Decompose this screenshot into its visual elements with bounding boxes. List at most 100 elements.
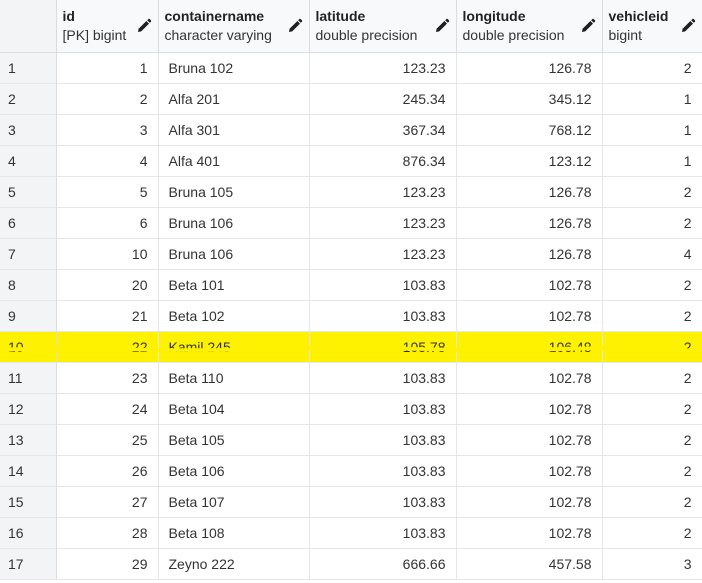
column-header-longitude[interactable]: longitude double precision <box>456 0 603 53</box>
cell-longitude[interactable]: 102.78 <box>456 269 603 301</box>
pencil-icon[interactable] <box>680 18 696 34</box>
cell-containername[interactable]: Beta 102 <box>158 300 310 332</box>
cell-id[interactable]: 27 <box>56 486 159 518</box>
row-number[interactable]: 2 <box>0 83 57 115</box>
column-header-containername[interactable]: containername character varying <box>158 0 310 53</box>
cell-vehicleid[interactable]: 4 <box>602 238 702 270</box>
row-number[interactable]: 11 <box>0 362 57 394</box>
cell-id[interactable]: 20 <box>56 269 159 301</box>
cell-id[interactable]: 1 <box>56 52 159 84</box>
cell-longitude[interactable]: 102.78 <box>456 517 603 549</box>
column-header-latitude[interactable]: latitude double precision <box>309 0 457 53</box>
cell-id[interactable]: 6 <box>56 207 159 239</box>
table-row[interactable]: 13 25 Beta 105 103.83 102.78 2 <box>0 424 702 456</box>
cell-containername[interactable]: Alfa 401 <box>158 145 310 177</box>
cell-id[interactable]: 22 <box>56 331 159 363</box>
cell-latitude[interactable]: 666.66 <box>309 548 457 580</box>
row-number[interactable]: 6 <box>0 207 57 239</box>
cell-vehicleid[interactable]: 2 <box>602 486 702 518</box>
table-row[interactable]: 17 29 Zeyno 222 666.66 457.58 3 <box>0 548 702 580</box>
column-header-vehicleid[interactable]: vehicleid bigint <box>602 0 702 53</box>
cell-containername[interactable]: Bruna 106 <box>158 207 310 239</box>
column-header-id[interactable]: id [PK] bigint <box>56 0 159 53</box>
cell-id[interactable]: 21 <box>56 300 159 332</box>
cell-latitude[interactable]: 123.23 <box>309 52 457 84</box>
cell-containername[interactable]: Kamil 245 <box>158 331 310 363</box>
cell-id[interactable]: 4 <box>56 145 159 177</box>
row-number[interactable]: 7 <box>0 238 57 270</box>
cell-id[interactable]: 25 <box>56 424 159 456</box>
cell-vehicleid[interactable]: 2 <box>602 362 702 394</box>
cell-vehicleid[interactable]: 2 <box>602 52 702 84</box>
cell-longitude[interactable]: 126.78 <box>456 238 603 270</box>
cell-containername[interactable]: Beta 107 <box>158 486 310 518</box>
cell-longitude[interactable]: 102.78 <box>456 362 603 394</box>
cell-latitude[interactable]: 367.34 <box>309 114 457 146</box>
cell-containername[interactable]: Bruna 106 <box>158 238 310 270</box>
cell-containername[interactable]: Beta 108 <box>158 517 310 549</box>
table-row[interactable]: 4 4 Alfa 401 876.34 123.12 1 <box>0 145 702 177</box>
cell-latitude[interactable]: 103.83 <box>309 455 457 487</box>
table-row[interactable]: 3 3 Alfa 301 367.34 768.12 1 <box>0 114 702 146</box>
table-row[interactable]: 2 2 Alfa 201 245.34 345.12 1 <box>0 83 702 115</box>
table-row[interactable]: 12 24 Beta 104 103.83 102.78 2 <box>0 393 702 425</box>
cell-id[interactable]: 5 <box>56 176 159 208</box>
row-number[interactable]: 4 <box>0 145 57 177</box>
cell-vehicleid[interactable]: 2 <box>602 269 702 301</box>
row-number[interactable]: 16 <box>0 517 57 549</box>
row-number[interactable]: 15 <box>0 486 57 518</box>
cell-vehicleid[interactable]: 2 <box>602 207 702 239</box>
select-all-corner[interactable] <box>0 0 57 53</box>
cell-vehicleid[interactable]: 3 <box>602 548 702 580</box>
table-row[interactable]: 9 21 Beta 102 103.83 102.78 2 <box>0 300 702 332</box>
table-row[interactable]: 14 26 Beta 106 103.83 102.78 2 <box>0 455 702 487</box>
cell-containername[interactable]: Beta 105 <box>158 424 310 456</box>
cell-id[interactable]: 3 <box>56 114 159 146</box>
row-number[interactable]: 5 <box>0 176 57 208</box>
cell-id[interactable]: 23 <box>56 362 159 394</box>
cell-longitude[interactable]: 126.78 <box>456 176 603 208</box>
cell-longitude[interactable]: 102.78 <box>456 455 603 487</box>
cell-vehicleid[interactable]: 1 <box>602 114 702 146</box>
cell-vehicleid[interactable]: 2 <box>602 393 702 425</box>
row-number[interactable]: 10 <box>0 331 57 363</box>
table-row[interactable]: 7 10 Bruna 106 123.23 126.78 4 <box>0 238 702 270</box>
cell-containername[interactable]: Bruna 105 <box>158 176 310 208</box>
row-number[interactable]: 8 <box>0 269 57 301</box>
row-number[interactable]: 3 <box>0 114 57 146</box>
pencil-icon[interactable] <box>136 18 152 34</box>
cell-containername[interactable]: Beta 106 <box>158 455 310 487</box>
cell-vehicleid[interactable]: 1 <box>602 83 702 115</box>
cell-latitude[interactable]: 123.23 <box>309 207 457 239</box>
cell-latitude[interactable]: 103.83 <box>309 300 457 332</box>
cell-latitude[interactable]: 103.83 <box>309 393 457 425</box>
cell-containername[interactable]: Alfa 301 <box>158 114 310 146</box>
cell-id[interactable]: 26 <box>56 455 159 487</box>
table-row[interactable]: 16 28 Beta 108 103.83 102.78 2 <box>0 517 702 549</box>
cell-longitude[interactable]: 768.12 <box>456 114 603 146</box>
row-number[interactable]: 1 <box>0 52 57 84</box>
table-row[interactable]: 1 1 Bruna 102 123.23 126.78 2 <box>0 52 702 84</box>
cell-longitude[interactable]: 102.78 <box>456 424 603 456</box>
table-row[interactable]: 11 23 Beta 110 103.83 102.78 2 <box>0 362 702 394</box>
table-row[interactable]: 15 27 Beta 107 103.83 102.78 2 <box>0 486 702 518</box>
cell-longitude[interactable]: 106.48 <box>456 331 603 363</box>
cell-longitude[interactable]: 123.12 <box>456 145 603 177</box>
cell-latitude[interactable]: 876.34 <box>309 145 457 177</box>
cell-containername[interactable]: Beta 110 <box>158 362 310 394</box>
pencil-icon[interactable] <box>580 18 596 34</box>
cell-vehicleid[interactable]: 2 <box>602 455 702 487</box>
cell-latitude[interactable]: 123.23 <box>309 176 457 208</box>
cell-latitude[interactable]: 105.78 <box>309 331 457 363</box>
row-number[interactable]: 9 <box>0 300 57 332</box>
cell-latitude[interactable]: 103.83 <box>309 362 457 394</box>
cell-vehicleid[interactable]: 2 <box>602 517 702 549</box>
cell-id[interactable]: 10 <box>56 238 159 270</box>
cell-longitude[interactable]: 102.78 <box>456 393 603 425</box>
cell-id[interactable]: 29 <box>56 548 159 580</box>
cell-longitude[interactable]: 457.58 <box>456 548 603 580</box>
cell-latitude[interactable]: 103.83 <box>309 269 457 301</box>
table-row[interactable]: 5 5 Bruna 105 123.23 126.78 2 <box>0 176 702 208</box>
cell-longitude[interactable]: 345.12 <box>456 83 603 115</box>
cell-id[interactable]: 28 <box>56 517 159 549</box>
